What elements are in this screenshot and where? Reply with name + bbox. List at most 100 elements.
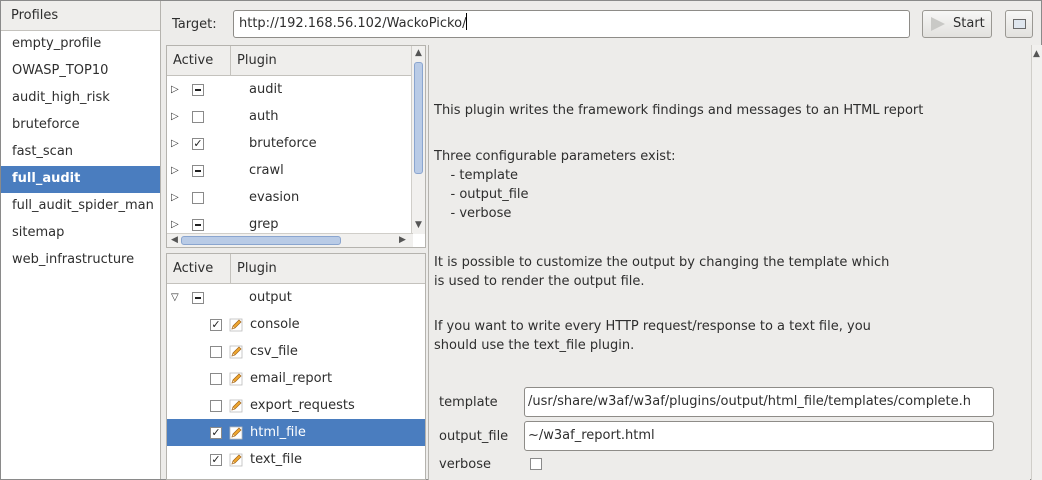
text-cursor bbox=[466, 13, 468, 30]
plugin-row[interactable]: ✓ html_file bbox=[167, 419, 425, 446]
plugin-checkbox[interactable]: ✓ bbox=[210, 319, 222, 331]
expander-icon[interactable]: ▷ bbox=[171, 157, 179, 184]
configurable-pencil-icon bbox=[229, 318, 243, 332]
plugin-description-pane: This plugin writes the framework finding… bbox=[428, 45, 1030, 480]
plugin-tree-header-2: Active Plugin bbox=[167, 254, 425, 284]
expander-icon[interactable]: ▷ bbox=[171, 103, 179, 130]
configurable-pencil-icon bbox=[229, 399, 243, 413]
plugin-category-row[interactable]: ▷ ✓ bruteforce bbox=[167, 130, 413, 157]
scroll-up-arrow-icon-2[interactable]: ▲ bbox=[1033, 49, 1040, 59]
plugin-name: html_file bbox=[250, 425, 306, 440]
verbose-checkbox[interactable] bbox=[530, 458, 542, 470]
scroll-up-arrow-icon[interactable]: ▲ bbox=[415, 48, 422, 58]
plugin-category-checkbox[interactable] bbox=[192, 165, 204, 177]
profiles-list: Profiles empty_profile OWASP_TOP10 audit_h… bbox=[1, 1, 161, 479]
plugin-row[interactable]: csv_file bbox=[167, 338, 425, 365]
output-file-label: output_file bbox=[439, 429, 509, 444]
profile-item[interactable]: audit_high_risk bbox=[1, 85, 160, 112]
expander-icon[interactable]: ▽ bbox=[171, 284, 179, 311]
plugin-category-name: crawl bbox=[249, 163, 284, 178]
plugin-category-name: audit bbox=[249, 82, 283, 97]
scroll-thumb-h[interactable] bbox=[181, 236, 341, 245]
plugin-category-name: output bbox=[249, 290, 292, 305]
plugin-tree-top-hscroll[interactable]: ◀ ▶ bbox=[167, 233, 413, 247]
col-active[interactable]: Active bbox=[173, 46, 213, 75]
plugin-checkbox[interactable]: ✓ bbox=[210, 454, 222, 466]
plugin-category-row[interactable]: ▷ auth bbox=[167, 103, 413, 130]
plugin-row[interactable]: ✓ text_file bbox=[167, 446, 425, 473]
col-active-2[interactable]: Active bbox=[173, 254, 213, 283]
profile-item[interactable]: full_audit bbox=[1, 166, 160, 193]
profile-item[interactable]: full_audit_spider_man bbox=[1, 193, 160, 220]
expander-icon[interactable]: ▷ bbox=[171, 76, 179, 103]
advanced-target-button[interactable] bbox=[1005, 10, 1033, 38]
profile-item[interactable]: fast_scan bbox=[1, 139, 160, 166]
plugin-category-name: evasion bbox=[249, 190, 300, 205]
desc-line-1: This plugin writes the framework finding… bbox=[434, 103, 924, 118]
scroll-left-arrow-icon[interactable]: ◀ bbox=[171, 235, 178, 245]
desc-line-6: should use the text_file plugin. bbox=[434, 338, 635, 353]
plugin-category-row[interactable]: ▷ audit bbox=[167, 76, 413, 103]
desc-param-3: - verbose bbox=[434, 206, 512, 221]
plugin-name: csv_file bbox=[250, 344, 298, 359]
scroll-right-arrow-icon[interactable]: ▶ bbox=[399, 235, 406, 245]
desc-line-5: If you want to write every HTTP request/… bbox=[434, 319, 871, 334]
plugin-tree-output: Active Plugin ▽ output ✓ console csv_fileema… bbox=[166, 253, 426, 480]
plugin-category-row[interactable]: ▷ evasion bbox=[167, 184, 413, 211]
profile-item[interactable]: OWASP_TOP10 bbox=[1, 58, 160, 85]
output-file-input[interactable]: ~/w3af_report.html bbox=[524, 421, 994, 451]
plugin-name: console bbox=[250, 317, 300, 332]
plugin-tree-header: Active Plugin bbox=[167, 46, 425, 76]
plugin-name: text_file bbox=[250, 452, 302, 467]
description-vscroll[interactable]: ▲ bbox=[1031, 45, 1042, 480]
plugin-category-row[interactable]: ▽ output bbox=[167, 284, 425, 311]
desc-line-4: is used to render the output file. bbox=[434, 274, 645, 289]
plugin-row[interactable]: email_report bbox=[167, 365, 425, 392]
target-url-value: http://192.168.56.102/WackoPicko/ bbox=[239, 16, 467, 31]
plugin-tree-top-vscroll[interactable]: ▲ ▼ bbox=[411, 46, 425, 234]
template-label: template bbox=[439, 395, 498, 410]
scroll-down-arrow-icon[interactable]: ▼ bbox=[415, 220, 422, 230]
profile-item[interactable]: web_infrastructure bbox=[1, 247, 160, 274]
target-url-input[interactable]: http://192.168.56.102/WackoPicko/ bbox=[233, 10, 910, 38]
profile-item[interactable]: sitemap bbox=[1, 220, 160, 247]
plugin-category-checkbox[interactable] bbox=[192, 292, 204, 304]
plugin-name: export_requests bbox=[250, 398, 355, 413]
configurable-pencil-icon bbox=[229, 426, 243, 440]
verbose-label: verbose bbox=[439, 457, 492, 472]
window-icon bbox=[1013, 19, 1026, 29]
expander-icon[interactable]: ▷ bbox=[171, 130, 179, 157]
plugin-checkbox[interactable] bbox=[210, 373, 222, 385]
expander-icon[interactable]: ▷ bbox=[171, 184, 179, 211]
plugin-category-row[interactable]: ▷ grep bbox=[167, 211, 413, 234]
play-icon bbox=[931, 17, 945, 31]
profile-item[interactable]: bruteforce bbox=[1, 112, 160, 139]
profile-item[interactable]: empty_profile bbox=[1, 31, 160, 58]
profiles-header[interactable]: Profiles bbox=[1, 1, 160, 31]
desc-line-2: Three configurable parameters exist: bbox=[434, 149, 676, 164]
desc-param-1: - template bbox=[434, 168, 519, 183]
plugin-category-checkbox[interactable] bbox=[192, 111, 204, 123]
start-button[interactable]: Start bbox=[922, 10, 992, 38]
expander-icon[interactable]: ▷ bbox=[171, 211, 179, 234]
plugin-tree-top: Active Plugin ▷ audit ▷ auth ▷ ✓ bruteforce ▷ cr… bbox=[166, 45, 426, 248]
plugin-name: email_report bbox=[250, 371, 333, 386]
plugin-category-checkbox[interactable] bbox=[192, 219, 204, 231]
col-plugin-2[interactable]: Plugin bbox=[230, 254, 277, 283]
plugin-category-checkbox[interactable] bbox=[192, 192, 204, 204]
plugin-checkbox[interactable] bbox=[210, 346, 222, 358]
plugin-checkbox[interactable] bbox=[210, 400, 222, 412]
plugin-row[interactable]: ✓ console bbox=[167, 311, 425, 338]
plugin-checkbox[interactable]: ✓ bbox=[210, 427, 222, 439]
plugin-category-checkbox[interactable]: ✓ bbox=[192, 138, 204, 150]
target-label: Target: bbox=[172, 17, 217, 32]
plugin-row[interactable]: export_requests bbox=[167, 392, 425, 419]
plugin-category-checkbox[interactable] bbox=[192, 84, 204, 96]
scroll-thumb[interactable] bbox=[414, 62, 423, 174]
col-plugin[interactable]: Plugin bbox=[230, 46, 277, 75]
template-input[interactable]: /usr/share/w3af/w3af/plugins/output/html… bbox=[524, 387, 994, 417]
configurable-pencil-icon bbox=[229, 345, 243, 359]
plugin-category-name: grep bbox=[249, 217, 279, 232]
plugin-category-name: bruteforce bbox=[249, 136, 317, 151]
plugin-category-row[interactable]: ▷ crawl bbox=[167, 157, 413, 184]
